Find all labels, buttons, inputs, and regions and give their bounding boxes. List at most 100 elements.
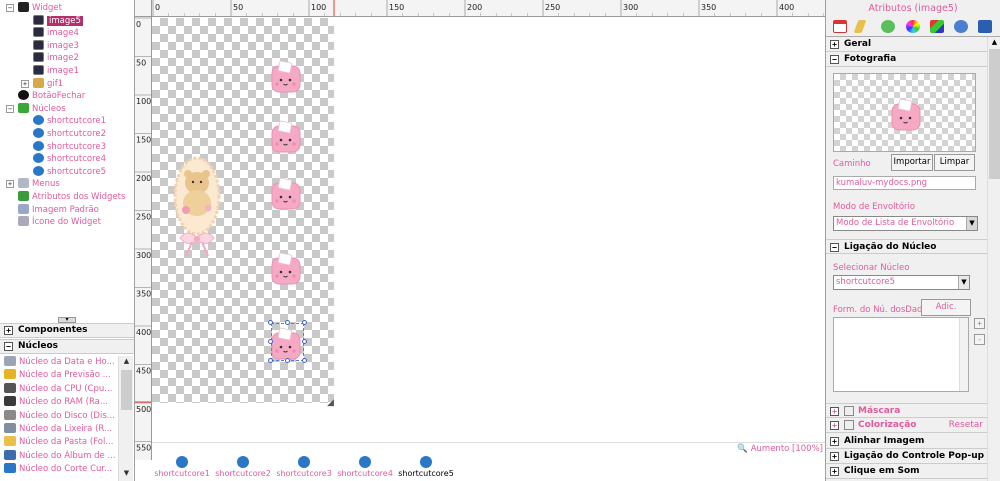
scroll-down-icon[interactable]: ▼ (121, 469, 132, 479)
alinhar-section-header[interactable]: + Alinhar Imagem (826, 434, 987, 449)
zoom-control[interactable]: 🔍 Aumento [100%] (737, 444, 823, 454)
resize-handle-se[interactable] (302, 358, 307, 363)
selection-box[interactable] (271, 323, 304, 361)
resize-handle-ne[interactable] (302, 320, 307, 325)
tree-item[interactable]: image2 (33, 52, 79, 65)
list-scrollbar[interactable] (959, 318, 968, 391)
selecionar-nucleo-select[interactable]: shortcutcore5 ▼ (833, 275, 970, 290)
globe-icon[interactable] (954, 20, 968, 33)
tree-item[interactable]: image5 (33, 14, 83, 28)
fotografia-section-header[interactable]: − Fotografia (826, 52, 987, 67)
core-tray-item[interactable]: shortcutcore4 (335, 456, 395, 478)
clique-section-header[interactable]: + Clique em Som (826, 464, 987, 479)
core-list-item[interactable]: Núcleo do Álbum de ... (0, 449, 118, 463)
expand-icon[interactable]: + (6, 180, 14, 189)
components-section-header[interactable]: + Componentes (0, 323, 134, 338)
tree-item[interactable]: shortcutcore2 (33, 128, 106, 141)
expand-icon[interactable]: + (830, 421, 839, 430)
chevron-down-icon[interactable]: ▼ (958, 276, 969, 289)
resize-handle-nw[interactable] (268, 320, 273, 325)
remove-item-button[interactable]: - (974, 334, 985, 345)
expand-icon[interactable]: + (830, 437, 839, 446)
core-tray-item[interactable]: shortcutcore2 (213, 456, 273, 478)
scroll-thumb[interactable] (121, 370, 132, 410)
chevron-down-icon[interactable]: ▼ (966, 217, 977, 230)
resize-handle-sw[interactable] (268, 358, 273, 363)
pink-character-image4[interactable] (271, 252, 301, 285)
limpar-button[interactable]: Limpar (934, 154, 975, 171)
mascara-checkbox[interactable] (844, 406, 854, 416)
importar-button[interactable]: Importar (891, 154, 933, 171)
core-list-item[interactable]: Núcleo da Data e Ho... (0, 356, 118, 369)
scroll-thumb[interactable] (989, 49, 1000, 179)
pink-character-image3[interactable] (271, 177, 301, 210)
cores-scrollbar[interactable]: ▲ ▼ (118, 356, 133, 481)
core-list-item[interactable]: Núcleo do Disco (Dis... (0, 409, 118, 423)
collapse-icon[interactable]: − (830, 243, 839, 252)
tree-item[interactable]: Widget (18, 2, 62, 15)
core-tray-item[interactable]: shortcutcore5 (396, 456, 456, 478)
expand-icon[interactable]: + (21, 79, 29, 88)
core-list-item[interactable]: Núcleo da Pasta (Fol... (0, 436, 118, 449)
ligacao-nucleo-section-header[interactable]: − Ligação do Núcleo (826, 239, 987, 254)
tree-item[interactable]: BotãoFechar (18, 90, 85, 103)
tree-item[interactable]: Imagem Padrão (18, 203, 99, 217)
tree-item[interactable]: Atributos dos Widgets (18, 191, 125, 204)
collapse-icon[interactable]: − (6, 4, 14, 12)
core-list-item[interactable]: Núcleo do Corte Cur... (0, 463, 118, 476)
collapse-icon[interactable]: − (4, 342, 13, 351)
core-list-item[interactable]: Núcleo da CPU (Cpu... (0, 382, 118, 396)
shapes-icon[interactable] (881, 20, 895, 33)
tree-item[interactable]: image3 (33, 39, 79, 53)
resize-handle-w[interactable] (268, 339, 273, 344)
pink-character-image1[interactable] (271, 60, 301, 93)
expand-icon[interactable]: + (830, 40, 839, 49)
attributes-scrollbar[interactable]: ▲ (987, 37, 1000, 481)
colorizacao-checkbox[interactable] (844, 420, 854, 430)
geral-section-header[interactable]: + Geral (826, 37, 987, 52)
form-dados-list[interactable] (833, 317, 969, 392)
collapse-icon[interactable]: − (6, 104, 14, 113)
scroll-up-icon[interactable]: ▲ (989, 38, 1000, 48)
resetar-button[interactable]: Resetar (949, 418, 983, 432)
core-list-item[interactable]: Núcleo da Previsão ... (0, 369, 118, 382)
scroll-up-icon[interactable]: ▲ (121, 357, 132, 367)
canvas-resize-grip-icon[interactable]: ◢ (327, 398, 340, 409)
ruler-icon[interactable] (853, 20, 867, 33)
calendar-icon[interactable] (833, 20, 847, 33)
mascara-section-header[interactable]: + Máscara (826, 403, 987, 418)
gif1-bear-decoration[interactable] (173, 156, 221, 257)
core-tray-item[interactable]: shortcutcore3 (274, 456, 334, 478)
core-list-item[interactable]: Núcleo da Lixeira (R... (0, 422, 118, 436)
tree-item[interactable]: shortcutcore4 (33, 153, 106, 166)
cube-icon[interactable] (930, 20, 944, 33)
core-list-item[interactable]: Núcleo do RAM (Ra... (0, 396, 118, 409)
tree-item[interactable]: shortcutcore5 (33, 165, 106, 179)
tree-item[interactable]: Ícone do Widget (18, 216, 101, 229)
resize-handle-s[interactable] (285, 358, 290, 363)
tree-item[interactable]: gif1 (33, 77, 63, 91)
tree-item[interactable]: image1 (33, 65, 79, 78)
tree-item[interactable]: Núcleos (18, 102, 66, 116)
add-item-button[interactable]: + (974, 318, 985, 329)
tree-item[interactable]: shortcutcore3 (33, 140, 106, 154)
resize-handle-n[interactable] (285, 320, 290, 325)
expand-icon[interactable]: + (830, 452, 839, 461)
pink-character-image2[interactable] (271, 120, 301, 153)
box-icon[interactable] (978, 20, 992, 33)
cores-section-header[interactable]: − Núcleos (0, 339, 134, 354)
popup-section-header[interactable]: + Ligação do Controle Pop-up (826, 449, 987, 464)
expand-icon[interactable]: + (830, 467, 839, 476)
core-tray-item[interactable]: shortcutcore1 (152, 456, 212, 478)
color-wheel-icon[interactable] (906, 20, 920, 33)
envoltorio-select[interactable]: Modo de Lista de Envoltório ▼ (833, 216, 978, 231)
tree-item[interactable]: Menus (18, 178, 60, 191)
adic-caract-button[interactable]: Adic. Caract. (921, 299, 971, 327)
caminho-field[interactable]: kumaluv-mydocs.png (833, 176, 976, 190)
colorizacao-section-header[interactable]: + Colorização Resetar (826, 418, 987, 433)
expand-icon[interactable]: + (4, 326, 13, 335)
expand-icon[interactable]: + (830, 407, 839, 416)
tree-item[interactable]: shortcutcore1 (33, 115, 106, 128)
resize-handle-e[interactable] (302, 339, 307, 344)
tree-item[interactable]: image4 (33, 27, 79, 40)
